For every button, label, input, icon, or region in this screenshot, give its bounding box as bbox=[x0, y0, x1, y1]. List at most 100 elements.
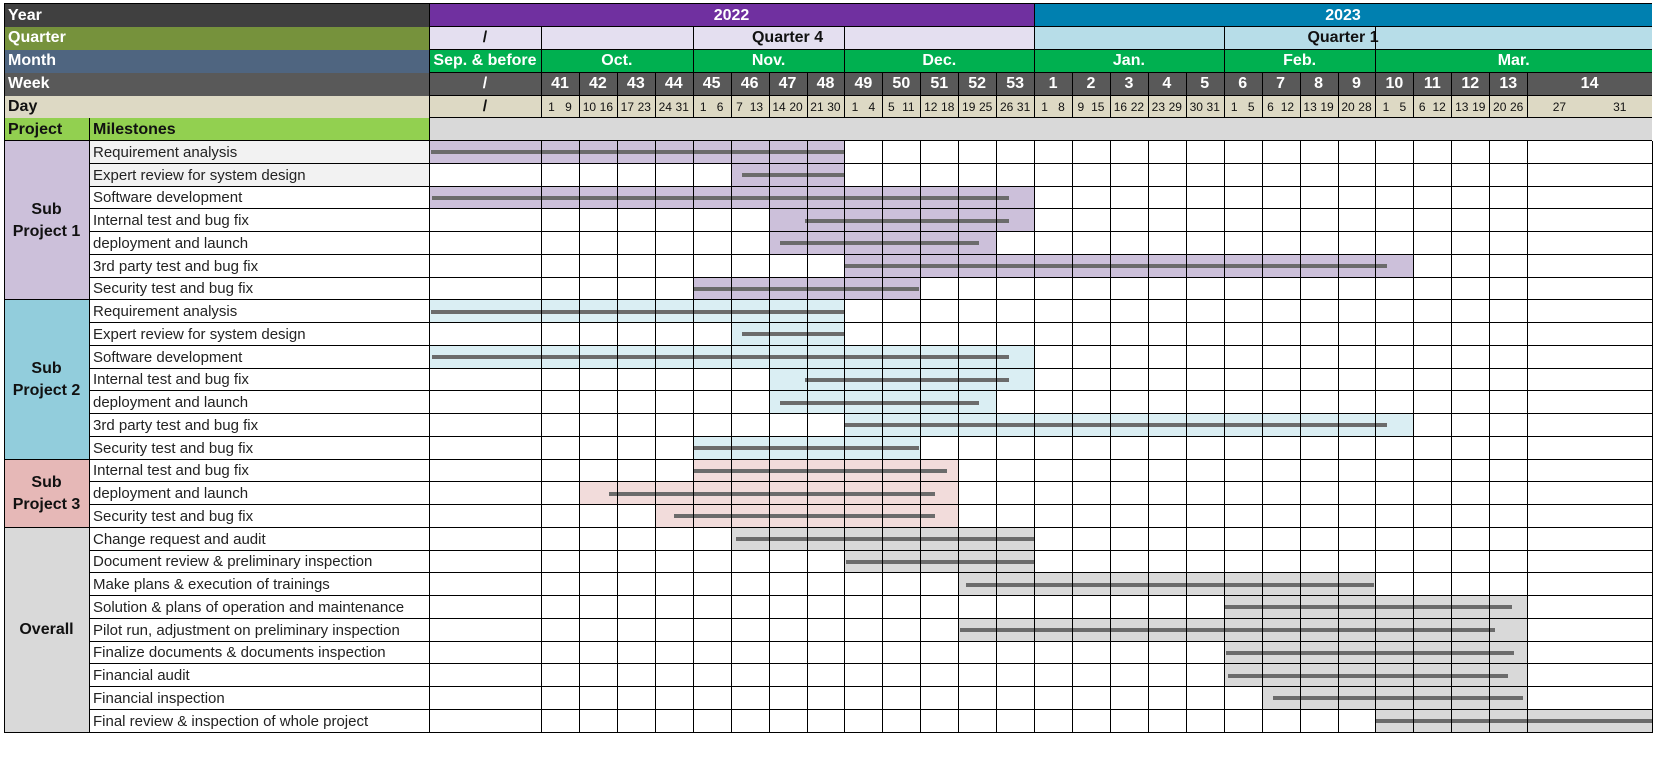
month-cell: Nov. bbox=[692, 49, 845, 73]
day-start: 1 bbox=[1041, 99, 1048, 114]
day-start: 17 bbox=[620, 99, 635, 114]
task-row-bg bbox=[429, 368, 1652, 392]
milestone-label: Requirement analysis bbox=[89, 300, 429, 323]
timeline-header-band bbox=[429, 118, 1652, 141]
header-gridline bbox=[429, 26, 1652, 27]
day-end: 31 bbox=[1016, 99, 1031, 114]
row-gridline bbox=[89, 617, 1652, 619]
week-cell: 3 bbox=[1109, 72, 1148, 96]
day-end: 6 bbox=[716, 99, 724, 114]
month-divider bbox=[1224, 27, 1225, 73]
column-gridline bbox=[4, 4, 5, 733]
task-bar bbox=[673, 514, 936, 519]
day-cell: 5 11 bbox=[882, 95, 921, 118]
week-divider bbox=[1034, 72, 1035, 118]
project-label-line: Project 1 bbox=[12, 222, 81, 240]
day-end: 9 bbox=[565, 99, 572, 114]
row-gridline bbox=[89, 367, 1652, 369]
task-bar bbox=[692, 286, 920, 291]
column-gridline bbox=[920, 141, 921, 733]
day-cell: 10 16 bbox=[578, 95, 617, 118]
column-gridline bbox=[1338, 141, 1339, 733]
day-start: 6 bbox=[1418, 99, 1426, 114]
week-divider bbox=[807, 72, 808, 118]
milestone-label: Pilot run, adjustment on preliminary ins… bbox=[89, 618, 429, 642]
day-cell: 17 23 bbox=[616, 95, 655, 118]
milestone-label: Requirement analysis bbox=[89, 141, 429, 164]
day-cell: 7 13 bbox=[730, 95, 769, 118]
month-cell: Feb. bbox=[1223, 49, 1376, 73]
day-start: 21 bbox=[810, 99, 824, 114]
row-gridline bbox=[89, 299, 1652, 301]
row-gridline bbox=[89, 390, 1652, 392]
week-divider bbox=[1072, 72, 1073, 118]
day-end: 31 bbox=[675, 99, 689, 114]
milestone-label: Security test and bug fix bbox=[89, 277, 429, 301]
day-start: 1 bbox=[1382, 99, 1390, 114]
milestone-label: Document review & preliminary inspection bbox=[89, 550, 429, 574]
day-end: 31 bbox=[1206, 99, 1220, 114]
row-gridline bbox=[89, 663, 1652, 665]
day-cell: 9 15 bbox=[1072, 95, 1110, 118]
group-divider bbox=[4, 731, 89, 733]
column-gridline bbox=[1300, 141, 1301, 733]
day-start: 16 bbox=[1113, 99, 1128, 114]
week-cell: 1 bbox=[1034, 72, 1072, 96]
milestone-label: Solution & plans of operation and mainte… bbox=[89, 596, 429, 619]
day-cell: 30 31 bbox=[1185, 95, 1224, 118]
row-gridline bbox=[89, 458, 1652, 460]
column-gridline bbox=[579, 141, 580, 733]
month-cell: Dec. bbox=[844, 49, 1035, 73]
column-gridline bbox=[731, 141, 732, 733]
milestone-label: Expert review for system design bbox=[89, 323, 429, 346]
row-gridline bbox=[89, 231, 1652, 232]
day-end: 29 bbox=[1168, 99, 1182, 114]
column-gridline bbox=[1375, 141, 1376, 733]
day-end: 20 bbox=[789, 99, 803, 114]
week-cell: 9 bbox=[1337, 72, 1376, 96]
task-row-bg bbox=[429, 527, 1652, 551]
day-start: 9 bbox=[1077, 99, 1085, 114]
week-divider bbox=[655, 72, 656, 118]
column-gridline bbox=[1262, 141, 1263, 733]
milestone-label: Internal test and bug fix bbox=[89, 209, 429, 232]
project-label-line: Sub bbox=[31, 200, 62, 218]
day-cell: 13 19 bbox=[1299, 95, 1338, 118]
header-label-quarter: Quarter bbox=[4, 27, 429, 50]
week-cell: 51 bbox=[920, 72, 959, 96]
column-gridline bbox=[807, 141, 808, 733]
week-divider bbox=[1489, 72, 1490, 118]
month-cell: Oct. bbox=[541, 49, 693, 73]
task-bar bbox=[846, 559, 1035, 564]
milestone-label: Expert review for system design bbox=[89, 163, 429, 187]
day-end: 12 bbox=[1280, 99, 1295, 114]
task-bar bbox=[804, 377, 1010, 382]
milestone-label: Internal test and bug fix bbox=[89, 459, 429, 483]
row-gridline bbox=[89, 572, 1652, 574]
task-row-bg bbox=[429, 209, 1652, 232]
week-cell: 8 bbox=[1299, 72, 1338, 96]
week-divider bbox=[1110, 72, 1111, 118]
milestone-label: Financial audit bbox=[89, 664, 429, 687]
week-cell: 12 bbox=[1451, 72, 1490, 96]
task-bar bbox=[431, 309, 845, 314]
day-start: 13 bbox=[1303, 99, 1317, 114]
task-bar bbox=[1273, 696, 1524, 701]
milestone-label: deployment and launch bbox=[89, 482, 429, 505]
project-group-label: Overall bbox=[4, 527, 89, 733]
day-cell: 14 20 bbox=[768, 95, 807, 118]
month-divider bbox=[1375, 27, 1376, 73]
row-gridline bbox=[89, 549, 1652, 551]
day-start: 12 bbox=[924, 99, 938, 114]
day-end: 25 bbox=[978, 99, 993, 114]
milestone-label: deployment and launch bbox=[89, 232, 429, 255]
column-gridline bbox=[1652, 141, 1653, 733]
task-bar bbox=[1375, 719, 1652, 724]
month-cell: Mar. bbox=[1375, 49, 1652, 73]
task-bar bbox=[960, 628, 1495, 633]
project-group-label: Sub Project 3 bbox=[4, 459, 89, 528]
row-gridline bbox=[89, 253, 1652, 255]
week-cell: 4 bbox=[1147, 72, 1186, 96]
month-divider bbox=[541, 27, 542, 73]
day-cell: 20 26 bbox=[1489, 95, 1528, 118]
